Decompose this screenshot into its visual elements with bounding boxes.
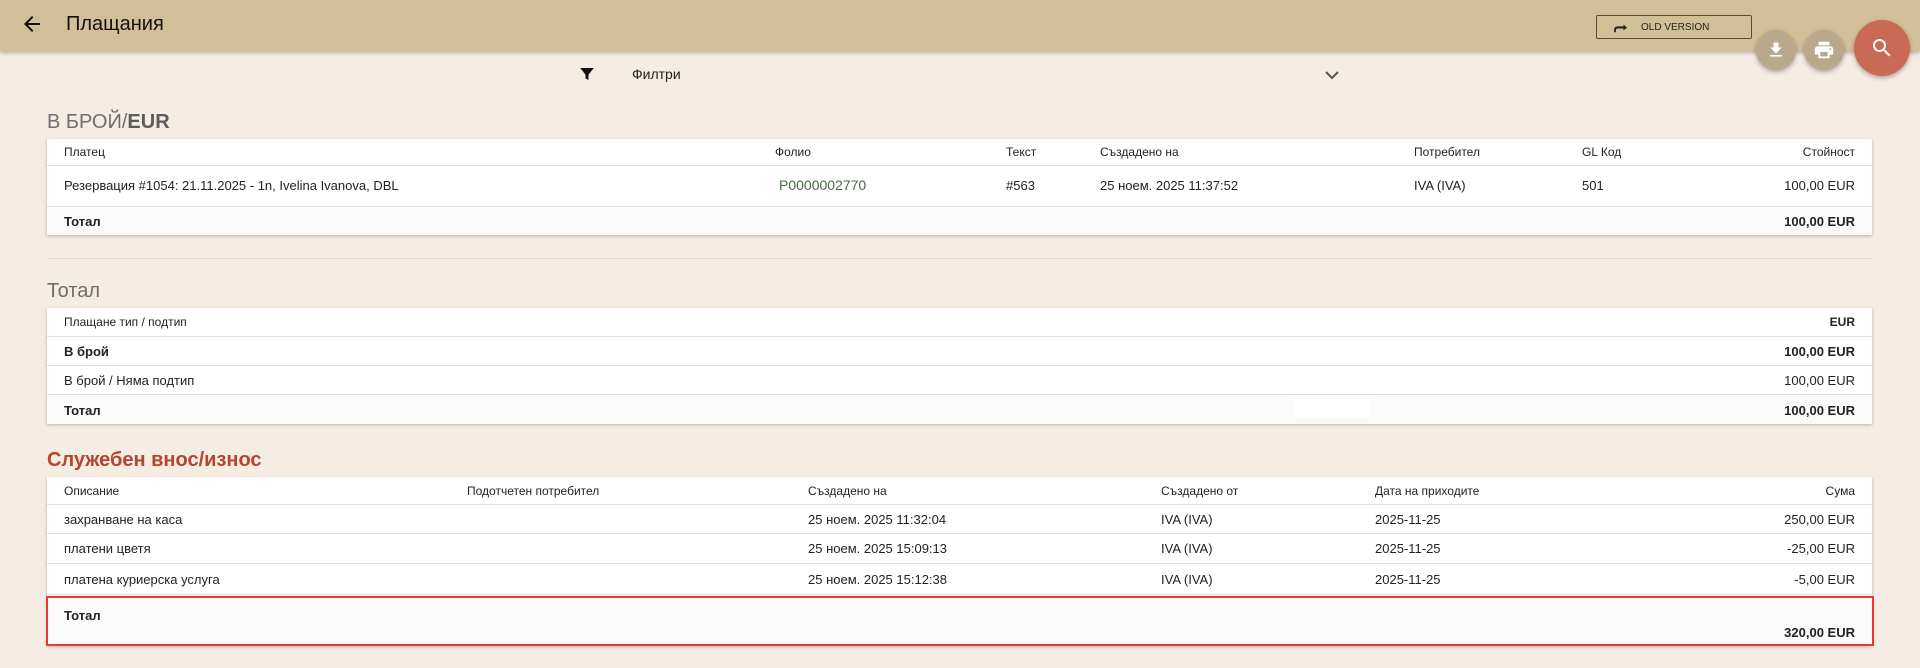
app-header: Плащания OLD VERSION <box>0 0 1920 51</box>
created-by-cell: IVA (IVA) <box>1161 572 1213 587</box>
table-row: захранване на каса 25 ноем. 2025 11:32:0… <box>47 505 1872 534</box>
table-row: В брой 100,00 EUR <box>47 337 1872 366</box>
blank-cell <box>1317 311 1367 329</box>
payment-subtype-value: 100,00 EUR <box>1784 373 1855 388</box>
amount-cell: -5,00 EUR <box>1794 572 1855 587</box>
total-section-title: Тотал <box>47 280 101 302</box>
blank-cell <box>1294 399 1370 417</box>
total-label: Тотал <box>64 214 101 229</box>
col-header-created-by: Създадено от <box>1161 484 1239 498</box>
total-row: Тотал 100,00 EUR <box>47 207 1872 235</box>
table-header-row: Плащане тип / подтип EUR <box>47 308 1872 337</box>
user-cell: IVA (IVA) <box>1414 178 1466 193</box>
revenue-date-cell: 2025-11-25 <box>1375 512 1441 527</box>
total-row: Тотал 100,00 EUR <box>47 395 1872 424</box>
col-header-value: Стойност <box>1802 145 1855 159</box>
col-header-text: Текст <box>1006 145 1037 159</box>
created-cell: 25 ноем. 2025 15:09:13 <box>808 541 948 556</box>
col-header-revenue-date: Дата на приходите <box>1375 484 1480 498</box>
created-cell: 25 ноем. 2025 11:32:04 <box>808 512 947 527</box>
chevron-down-icon <box>1324 68 1340 86</box>
print-icon <box>1814 41 1834 59</box>
col-header-created: Създадено на <box>1100 145 1179 159</box>
total-value: 100,00 EUR <box>1784 214 1855 229</box>
old-version-button[interactable]: OLD VERSION <box>1596 15 1752 39</box>
col-header-payment-type: Плащане тип / подтип <box>64 315 187 329</box>
old-version-label: OLD VERSION <box>1641 21 1710 33</box>
amount-cell: 250,00 EUR <box>1784 512 1855 527</box>
filter-icon <box>578 65 596 88</box>
search-icon <box>1873 39 1891 57</box>
payment-type-value: 100,00 EUR <box>1784 344 1855 359</box>
payment-subtype-label: В брой / Няма подтип <box>64 373 195 388</box>
description-cell: платена куриерска услуга <box>64 572 220 587</box>
table-row: Резервация #1054: 21.11.2025 - 1n, Iveli… <box>47 166 1872 207</box>
filters-label: Филтри <box>632 66 681 82</box>
revenue-date-cell: 2025-11-25 <box>1375 541 1441 556</box>
description-cell: захранване на каса <box>64 512 183 527</box>
revenue-date-cell: 2025-11-25 <box>1375 572 1441 587</box>
cash-title-text: В БРОЙ/ <box>47 111 128 133</box>
amount-cell: -25,00 EUR <box>1787 541 1855 556</box>
payment-type-label: В брой <box>64 344 109 359</box>
cash-payments-table: Платец Фолио Текст Създадено на Потребит… <box>47 139 1872 235</box>
created-cell: 25 ноем. 2025 15:12:38 <box>808 572 948 587</box>
value-cell: 100,00 EUR <box>1784 178 1855 193</box>
created-cell: 25 ноем. 2025 11:37:52 <box>1100 178 1239 193</box>
download-button[interactable] <box>1756 30 1796 70</box>
created-by-cell: IVA (IVA) <box>1161 541 1213 556</box>
gl-cell: 501 <box>1582 178 1604 193</box>
col-header-accountable-user: Подотчетен потребител <box>467 484 600 498</box>
table-header-row: Описание Подотчетен потребител Създадено… <box>47 477 1872 505</box>
cash-section-title: В БРОЙ/EUR <box>47 111 170 134</box>
col-header-user: Потребител <box>1414 145 1480 159</box>
redo-arrow-icon <box>1614 24 1627 33</box>
table-row: В брой / Няма подтип 100,00 EUR <box>47 366 1872 395</box>
table-header-row: Платец Фолио Текст Създадено на Потребит… <box>47 139 1872 166</box>
section-divider <box>47 258 1872 259</box>
table-row: платени цветя 25 ноем. 2025 15:09:13 IVA… <box>47 534 1872 564</box>
description-cell: платени цветя <box>64 541 151 556</box>
folio-link[interactable]: P0000002770 <box>779 177 866 193</box>
table-row: платена куриерска услуга 25 ноем. 2025 1… <box>47 564 1872 595</box>
payer-cell: Резервация #1054: 21.11.2025 - 1n, Iveli… <box>64 178 399 193</box>
col-header-currency: EUR <box>1829 315 1855 329</box>
text-cell: #563 <box>1006 178 1035 193</box>
payment-type-summary-table: Плащане тип / подтип EUR В брой 100,00 E… <box>47 308 1872 424</box>
col-header-created: Създадено на <box>808 484 887 498</box>
col-header-amount: Сума <box>1825 484 1855 498</box>
created-by-cell: IVA (IVA) <box>1161 512 1213 527</box>
col-header-folio: Фолио <box>775 145 811 159</box>
cash-title-currency: EUR <box>127 111 170 133</box>
col-header-gl: GL Код <box>1582 145 1622 159</box>
page-title: Плащания <box>66 13 164 35</box>
col-header-payer: Платец <box>64 145 105 159</box>
back-arrow-icon[interactable] <box>20 12 48 38</box>
search-button[interactable] <box>1854 20 1910 76</box>
total-label: Тотал <box>64 403 101 418</box>
download-icon <box>1770 42 1782 57</box>
total-highlight-frame <box>46 596 1874 646</box>
service-section-title: Служебен внос/износ <box>47 449 262 471</box>
print-button[interactable] <box>1804 30 1844 70</box>
total-value: 100,00 EUR <box>1784 403 1855 418</box>
filters-toggle[interactable]: Филтри <box>578 64 1340 86</box>
col-header-description: Описание <box>64 484 120 498</box>
